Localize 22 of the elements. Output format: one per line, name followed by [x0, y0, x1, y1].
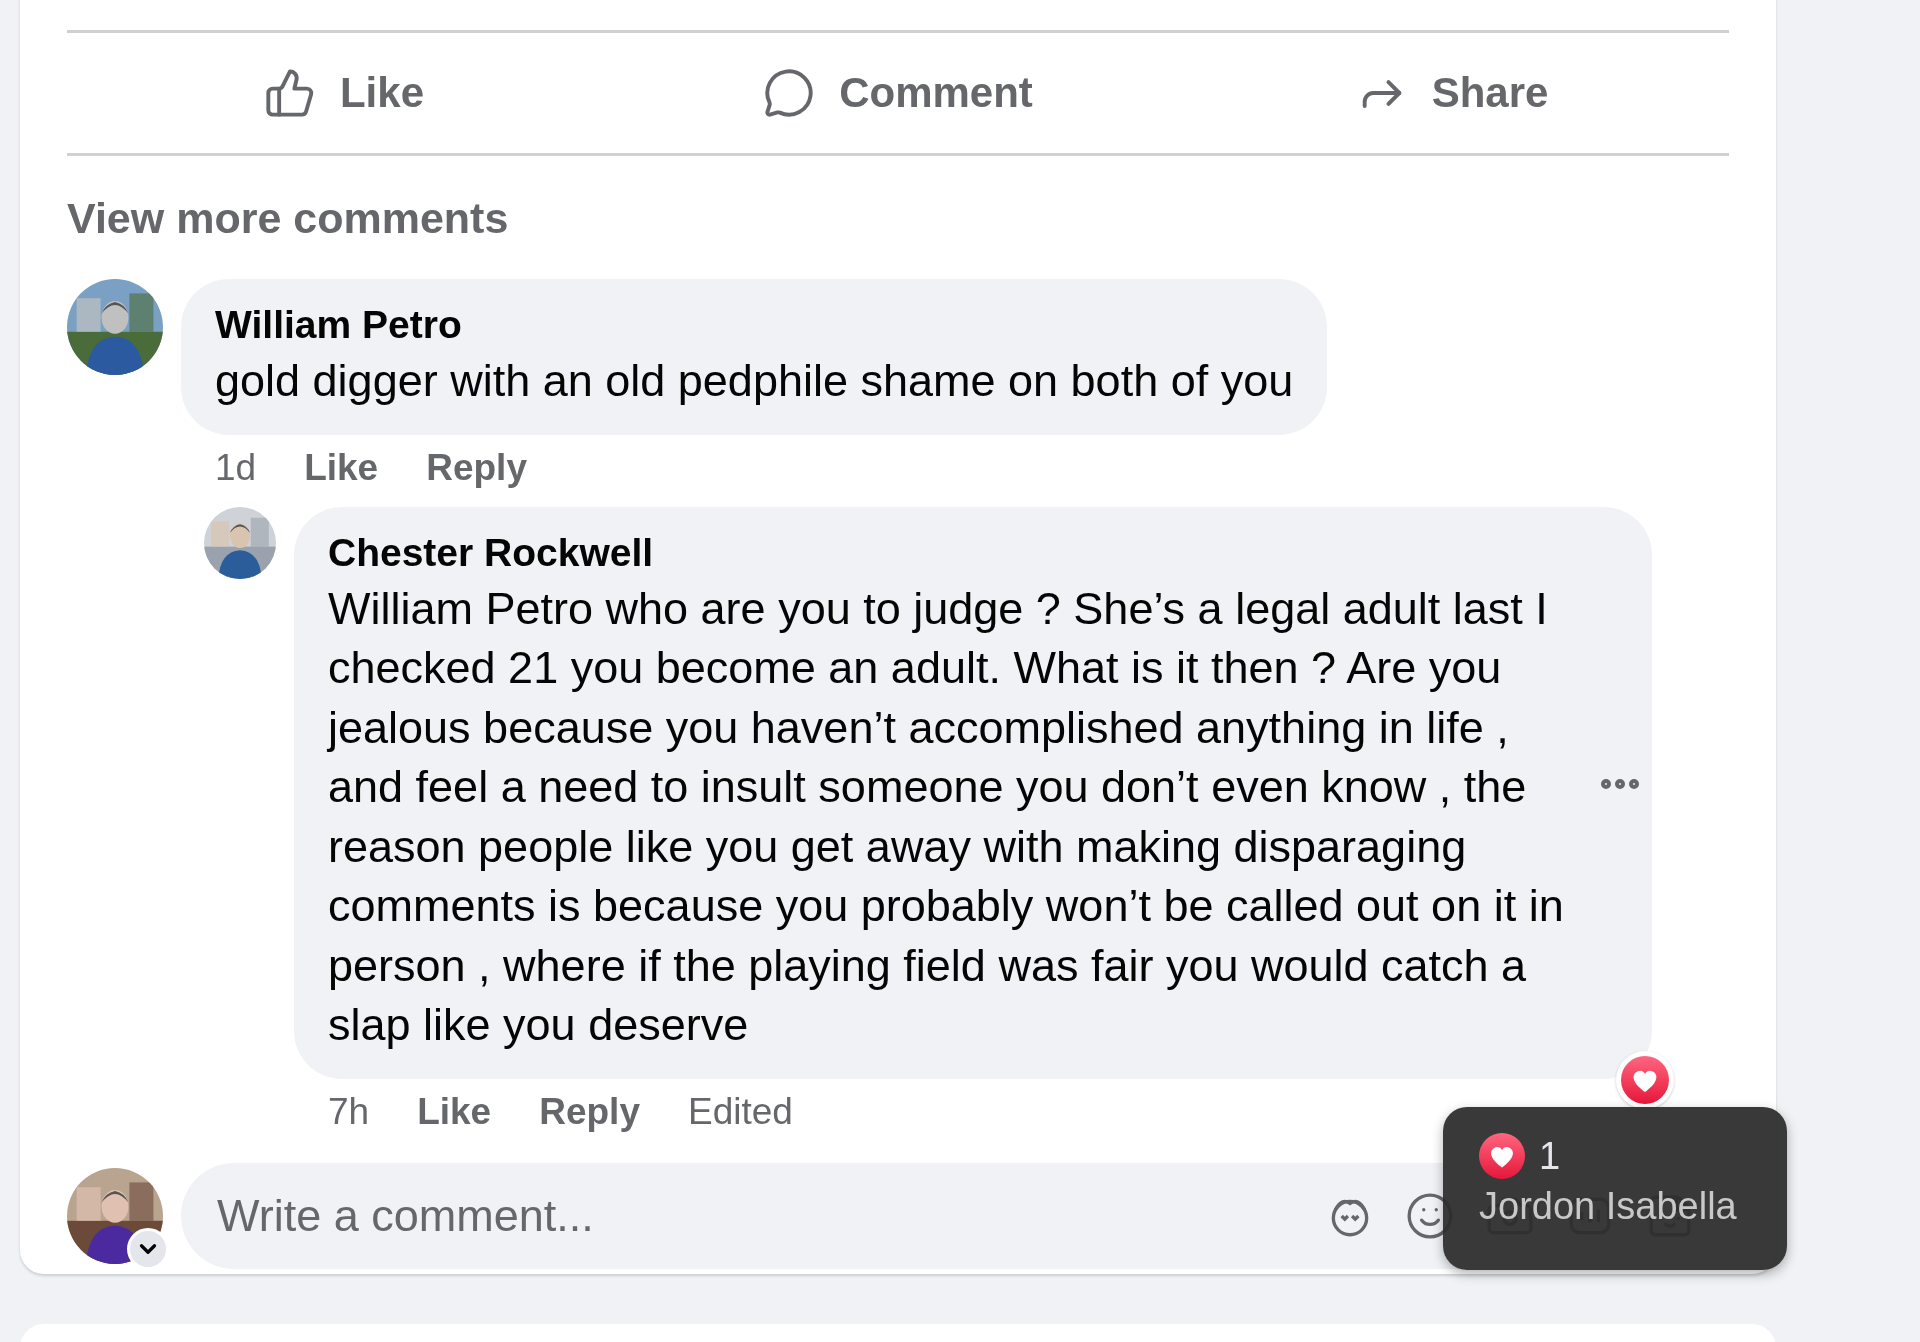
- reactor-name: Jordon Isabella: [1479, 1185, 1738, 1228]
- thumbs-up-icon: [263, 67, 316, 119]
- reply-link[interactable]: Reply: [426, 446, 527, 489]
- like-button[interactable]: Like: [67, 33, 621, 153]
- comment-text: gold digger with an old pedphile shame on both of you: [215, 354, 1294, 408]
- like-link[interactable]: Like: [304, 446, 379, 489]
- love-reaction-badge[interactable]: [1616, 1050, 1674, 1109]
- like-link[interactable]: Like: [417, 1090, 492, 1133]
- love-reaction-icon: [1479, 1133, 1525, 1179]
- comment-time[interactable]: 1d: [215, 446, 257, 489]
- speech-bubble-icon: [763, 67, 816, 119]
- comment-author[interactable]: William Petro: [215, 303, 1294, 347]
- edited-label: Edited: [687, 1090, 793, 1133]
- comment-author[interactable]: Chester Rockwell: [328, 530, 1590, 575]
- comment-button[interactable]: Comment: [621, 33, 1175, 153]
- comment-text: William Petro who are you to judge ? She’s a legal adult last I checked 21 you become an adult. What is it then ? Are you jealous because you haven’t accomplished anything in life , and feel a need to insult someone you don’t even know , the reason people like you get away with making disparaging comments is because you probably won’t be called out on it in person , where if the playing field was fair you would catch a slap like you deserve: [328, 581, 1565, 1052]
- comment-time[interactable]: 7h: [328, 1090, 370, 1133]
- share-button[interactable]: Share: [1175, 33, 1729, 153]
- reply-link[interactable]: Reply: [539, 1090, 640, 1133]
- view-more-comments-link[interactable]: View more comments: [67, 194, 1729, 243]
- comment-input[interactable]: Write a comment...: [215, 1188, 1325, 1243]
- reaction-count: 1: [1539, 1134, 1561, 1178]
